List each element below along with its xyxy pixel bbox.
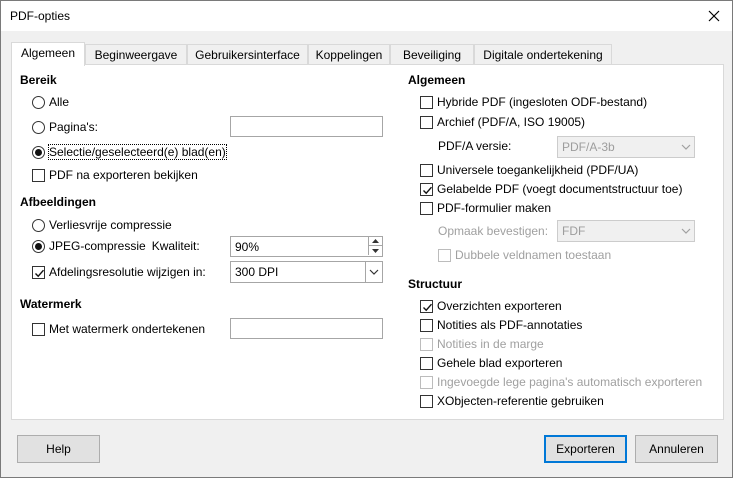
outlines-checkbox[interactable] [420,299,433,313]
watermark-sign-checkbox[interactable] [32,322,45,336]
pdfa-version-label: PDF/A versie: [438,139,512,153]
range-all-option[interactable]: Alle [32,93,69,111]
submit-format-label: Opmaak bevestigen: [438,224,549,238]
blank-pages-option[interactable]: Ingevoegde lege pagina's automatisch exp… [420,373,702,391]
jpeg-label: JPEG-compressie [49,239,146,253]
view-after-export-option[interactable]: PDF na exporteren bekijken [32,166,198,184]
whole-sheet-option[interactable]: Gehele blad exporteren [420,354,562,372]
range-selection-label: Selectie/geselecteerd(e) blad(en) [48,144,227,160]
range-pages-input[interactable] [230,116,383,137]
view-after-export-checkbox[interactable] [32,168,45,182]
hybrid-checkbox[interactable] [420,95,433,109]
general-heading: Algemeen [408,73,466,87]
archive-label: Archief (PDF/A, ISO 19005) [437,115,586,129]
archive-option[interactable]: Archief (PDF/A, ISO 19005) [420,113,585,131]
tab-digital-signatures[interactable]: Digitale ondertekening [474,44,612,65]
universal-access-checkbox[interactable] [420,163,433,177]
tagged-pdf-checkbox[interactable] [420,182,433,196]
lossless-label: Verliesvrije compressie [49,218,172,232]
tab-panel-general: Bereik Alle Pagina's: Selectie/geselecte… [11,64,724,420]
universal-access-label: Universele toegankelijkheid (PDF/UA) [437,163,639,177]
pdfa-version-combo[interactable]: PDF/A-3b [557,136,695,158]
watermark-sign-label: Met watermerk ondertekenen [49,322,206,336]
tab-security[interactable]: Beveiliging [390,44,474,65]
chevron-down-icon [677,221,694,241]
pdf-form-option[interactable]: PDF-formulier maken [420,199,551,217]
reduce-resolution-checkbox[interactable] [32,265,45,279]
quality-value: 90% [235,240,260,254]
quality-spinbox[interactable]: 90% [230,236,383,257]
range-pages-option[interactable]: Pagina's: [32,118,98,136]
duplicate-names-label: Dubbele veldnamen toestaan [455,248,612,262]
comments-option[interactable]: Notities als PDF-annotaties [420,316,582,334]
whole-sheet-label: Gehele blad exporteren [437,356,563,370]
tab-user-interface[interactable]: Gebruikersinterface [187,44,308,65]
chevron-down-icon [677,137,694,157]
range-all-radio[interactable] [32,95,45,109]
whole-sheet-checkbox[interactable] [420,356,433,370]
pdf-form-label: PDF-formulier maken [437,201,552,215]
help-button[interactable]: Help [17,435,100,463]
range-heading: Bereik [20,73,57,87]
range-selection-option[interactable]: Selectie/geselecteerd(e) blad(en) [32,143,227,161]
jpeg-radio[interactable] [32,239,45,253]
resolution-combo[interactable]: 300 DPI [230,261,383,283]
export-button[interactable]: Exporteren [544,435,627,463]
xobjects-label: XObjecten-referentie gebruiken [437,394,604,408]
resolution-value: 300 DPI [235,265,279,279]
submit-format-combo[interactable]: FDF [557,220,695,242]
structure-heading: Structuur [408,277,462,291]
view-after-export-label: PDF na exporteren bekijken [49,168,198,182]
jpeg-option[interactable]: JPEG-compressie Kwaliteit: [32,237,200,255]
pdfa-version-value: PDF/A-3b [562,140,615,154]
blank-pages-checkbox[interactable] [420,375,433,389]
duplicate-names-option[interactable]: Dubbele veldnamen toestaan [438,246,611,264]
comments-margin-option[interactable]: Notities in de marge [420,335,544,353]
cancel-button[interactable]: Annuleren [635,435,718,463]
window-title: PDF-opties [10,9,71,23]
range-pages-radio[interactable] [32,120,45,134]
blank-pages-label: Ingevoegde lege pagina's automatisch exp… [437,375,703,389]
xobjects-option[interactable]: XObjecten-referentie gebruiken [420,392,604,410]
watermark-text-input[interactable] [230,318,383,339]
hybrid-option[interactable]: Hybride PDF (ingesloten ODF-bestand) [420,93,647,111]
archive-checkbox[interactable] [420,115,433,129]
submit-format-value: FDF [562,224,586,238]
chevron-down-icon[interactable] [365,262,382,282]
comments-checkbox[interactable] [420,318,433,332]
universal-access-option[interactable]: Universele toegankelijkheid (PDF/UA) [420,161,638,179]
reduce-resolution-option[interactable]: Afdelingsresolutie wijzigen in: [32,263,206,281]
duplicate-names-checkbox[interactable] [438,248,451,262]
comments-label: Notities als PDF-annotaties [437,318,583,332]
comments-margin-checkbox[interactable] [420,337,433,351]
reduce-resolution-label: Afdelingsresolutie wijzigen in: [49,265,206,279]
spin-down-icon[interactable] [368,246,382,255]
lossless-radio[interactable] [32,218,45,232]
comments-margin-label: Notities in de marge [437,337,544,351]
range-pages-label: Pagina's: [49,120,98,134]
title-bar: PDF-opties [1,1,732,31]
hybrid-label: Hybride PDF (ingesloten ODF-bestand) [437,95,648,109]
lossless-option[interactable]: Verliesvrije compressie [32,216,172,234]
tagged-pdf-option[interactable]: Gelabelde PDF (voegt documentstructuur t… [420,180,682,198]
tab-general[interactable]: Algemeen [11,42,85,66]
watermark-sign-option[interactable]: Met watermerk ondertekenen [32,320,205,338]
tagged-pdf-label: Gelabelde PDF (voegt documentstructuur t… [437,182,683,196]
xobjects-checkbox[interactable] [420,394,433,408]
pdf-form-checkbox[interactable] [420,201,433,215]
quality-label: Kwaliteit: [151,239,200,253]
spin-up-icon[interactable] [368,237,382,246]
images-heading: Afbeeldingen [20,195,97,209]
pdf-options-dialog: PDF-opties Algemeen Beginweergave Gebrui… [0,0,733,478]
close-icon[interactable] [702,4,726,28]
watermark-heading: Watermerk [20,297,82,311]
tab-links[interactable]: Koppelingen [308,44,390,65]
quality-spin-buttons [368,237,382,256]
outlines-label: Overzichten exporteren [437,299,562,313]
outlines-option[interactable]: Overzichten exporteren [420,297,562,315]
range-all-label: Alle [49,95,70,109]
tab-initial-view[interactable]: Beginweergave [85,44,187,65]
range-selection-radio[interactable] [32,145,45,159]
